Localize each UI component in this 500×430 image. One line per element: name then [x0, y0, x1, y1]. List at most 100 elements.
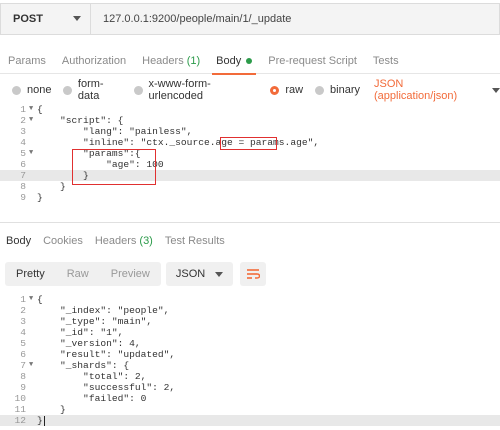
body-set-indicator-icon: [246, 58, 253, 64]
tab-authorization[interactable]: Authorization: [54, 48, 134, 74]
code-line: 10 "failed": 0: [0, 393, 500, 404]
code-line: 4 "_id": "1",: [0, 327, 500, 338]
request-bar: POST 127.0.0.1:9200/people/main/1/_updat…: [0, 3, 500, 35]
radio-urlencoded[interactable]: x-www-form-urlencoded: [134, 78, 258, 102]
tab-params[interactable]: Params: [0, 48, 54, 74]
code-text: "params":{: [37, 148, 141, 159]
radio-label: binary: [330, 84, 361, 96]
wrap-lines-button[interactable]: [240, 262, 267, 286]
code-line: 5 "_version": 4,: [0, 338, 500, 349]
format-label: JSON: [175, 268, 206, 280]
raw-button[interactable]: Raw: [56, 262, 100, 286]
radio-binary[interactable]: binary: [315, 84, 360, 96]
code-text: "inline": "ctx._source.age = params.age"…: [37, 137, 320, 148]
line-number: 2: [20, 115, 26, 126]
fold-toggle-icon[interactable]: ▼: [29, 115, 33, 126]
method-select[interactable]: POST: [0, 3, 90, 35]
code-line-active: 12}: [0, 415, 500, 426]
code-line: 3 "_type": "main",: [0, 316, 500, 327]
line-number: 5: [20, 338, 26, 349]
url-input[interactable]: 127.0.0.1:9200/people/main/1/_update: [90, 3, 500, 35]
fold-toggle-icon[interactable]: ▼: [29, 104, 33, 115]
code-line: 3 "lang": "painless",: [0, 126, 500, 137]
tab-response-headers[interactable]: Headers (3): [89, 230, 159, 252]
tab-label: Body: [6, 235, 32, 247]
headers-count-badge: (3): [139, 235, 153, 247]
tab-body[interactable]: Body: [208, 48, 260, 75]
radio-label: x-www-form-urlencoded: [148, 78, 211, 102]
tab-test-results[interactable]: Test Results: [159, 230, 231, 252]
tab-cookies[interactable]: Cookies: [37, 230, 89, 252]
code-line: 1 ▼ {: [0, 104, 500, 115]
fold-toggle-icon[interactable]: ▼: [29, 360, 33, 371]
code-text: }: [37, 170, 89, 181]
tab-label: Tests: [372, 55, 399, 67]
code-line: 6 "age": 100: [0, 159, 500, 170]
code-text: "lang": "painless",: [37, 126, 193, 137]
content-type-dropdown[interactable]: JSON (application/json): [374, 78, 500, 102]
code-line: 8 "total": 2,: [0, 371, 500, 382]
response-toolbar: Pretty Raw Preview JSON: [5, 262, 267, 286]
tab-label: Authorization: [61, 55, 127, 67]
code-text: "successful": 2,: [37, 382, 176, 393]
response-body-viewer[interactable]: 1 ▼{ 2 "_index": "people", 3 "_type": "ma…: [0, 294, 500, 426]
radio-form-data[interactable]: form-data: [63, 78, 122, 102]
code-line: 9}: [0, 192, 500, 203]
code-text: "_shards": {: [37, 360, 130, 371]
radio-icon: [315, 85, 325, 95]
code-text: "_index": "people",: [37, 305, 170, 316]
radio-label: none: [27, 84, 52, 96]
line-number: 9: [20, 382, 26, 393]
line-number: 7: [20, 360, 26, 371]
tab-headers[interactable]: Headers (1): [134, 48, 208, 74]
method-label: POST: [13, 13, 43, 25]
line-number: 4: [20, 137, 26, 148]
line-number: 8: [20, 371, 26, 382]
tab-label: Cookies: [43, 235, 83, 247]
tab-label: Pre-request Script: [268, 55, 357, 67]
line-number: 11: [14, 404, 26, 415]
tab-tests[interactable]: Tests: [365, 48, 407, 74]
tab-label: Headers: [94, 235, 137, 247]
line-number: 8: [20, 181, 26, 192]
response-tabs: Body Cookies Headers (3) Test Results: [0, 230, 500, 252]
radio-raw[interactable]: raw: [270, 84, 303, 96]
preview-button[interactable]: Preview: [100, 262, 161, 286]
code-line: 7 ▼ "_shards": {: [0, 360, 500, 371]
radio-checked-icon: [270, 85, 280, 95]
fold-toggle-icon[interactable]: ▼: [29, 148, 33, 159]
line-number: 12: [14, 415, 26, 426]
line-number: 1: [20, 294, 26, 305]
code-text: "result": "updated",: [37, 349, 176, 360]
format-dropdown[interactable]: JSON: [165, 262, 234, 286]
code-text: {: [37, 294, 43, 305]
line-number: 5: [20, 148, 26, 159]
request-tabs: Params Authorization Headers (1) Body Pre…: [0, 48, 500, 75]
code-line: 8 }: [0, 181, 500, 192]
line-number: 3: [20, 316, 26, 327]
code-text: "_version": 4,: [37, 338, 141, 349]
radio-icon: [134, 85, 143, 95]
radio-icon: [63, 85, 72, 95]
radio-none[interactable]: none: [12, 84, 51, 96]
code-line-active: 7 }: [0, 170, 500, 181]
url-value: 127.0.0.1:9200/people/main/1/_update: [103, 13, 292, 25]
tab-response-body[interactable]: Body: [0, 230, 37, 252]
section-divider: [0, 222, 500, 223]
code-text: "script": {: [37, 115, 124, 126]
body-type-selector: none form-data x-www-form-urlencoded raw…: [0, 78, 500, 102]
code-line: 9 "successful": 2,: [0, 382, 500, 393]
chevron-down-icon: [73, 16, 81, 21]
pretty-button[interactable]: Pretty: [5, 262, 56, 286]
line-number: 9: [20, 192, 26, 203]
code-line: 5 ▼ "params":{: [0, 148, 500, 159]
wrap-lines-icon: [247, 269, 261, 279]
tab-pre-request-script[interactable]: Pre-request Script: [260, 48, 365, 74]
radio-icon: [12, 85, 21, 95]
code-text: }: [37, 181, 66, 192]
fold-toggle-icon[interactable]: ▼: [29, 294, 33, 305]
code-text: "_type": "main",: [37, 316, 153, 327]
tab-label: Headers: [142, 55, 184, 67]
request-body-editor[interactable]: 1 ▼{ 2 ▼ "script": { 3 "lang": "painless",…: [0, 104, 500, 203]
code-text: "age": 100: [37, 159, 164, 170]
